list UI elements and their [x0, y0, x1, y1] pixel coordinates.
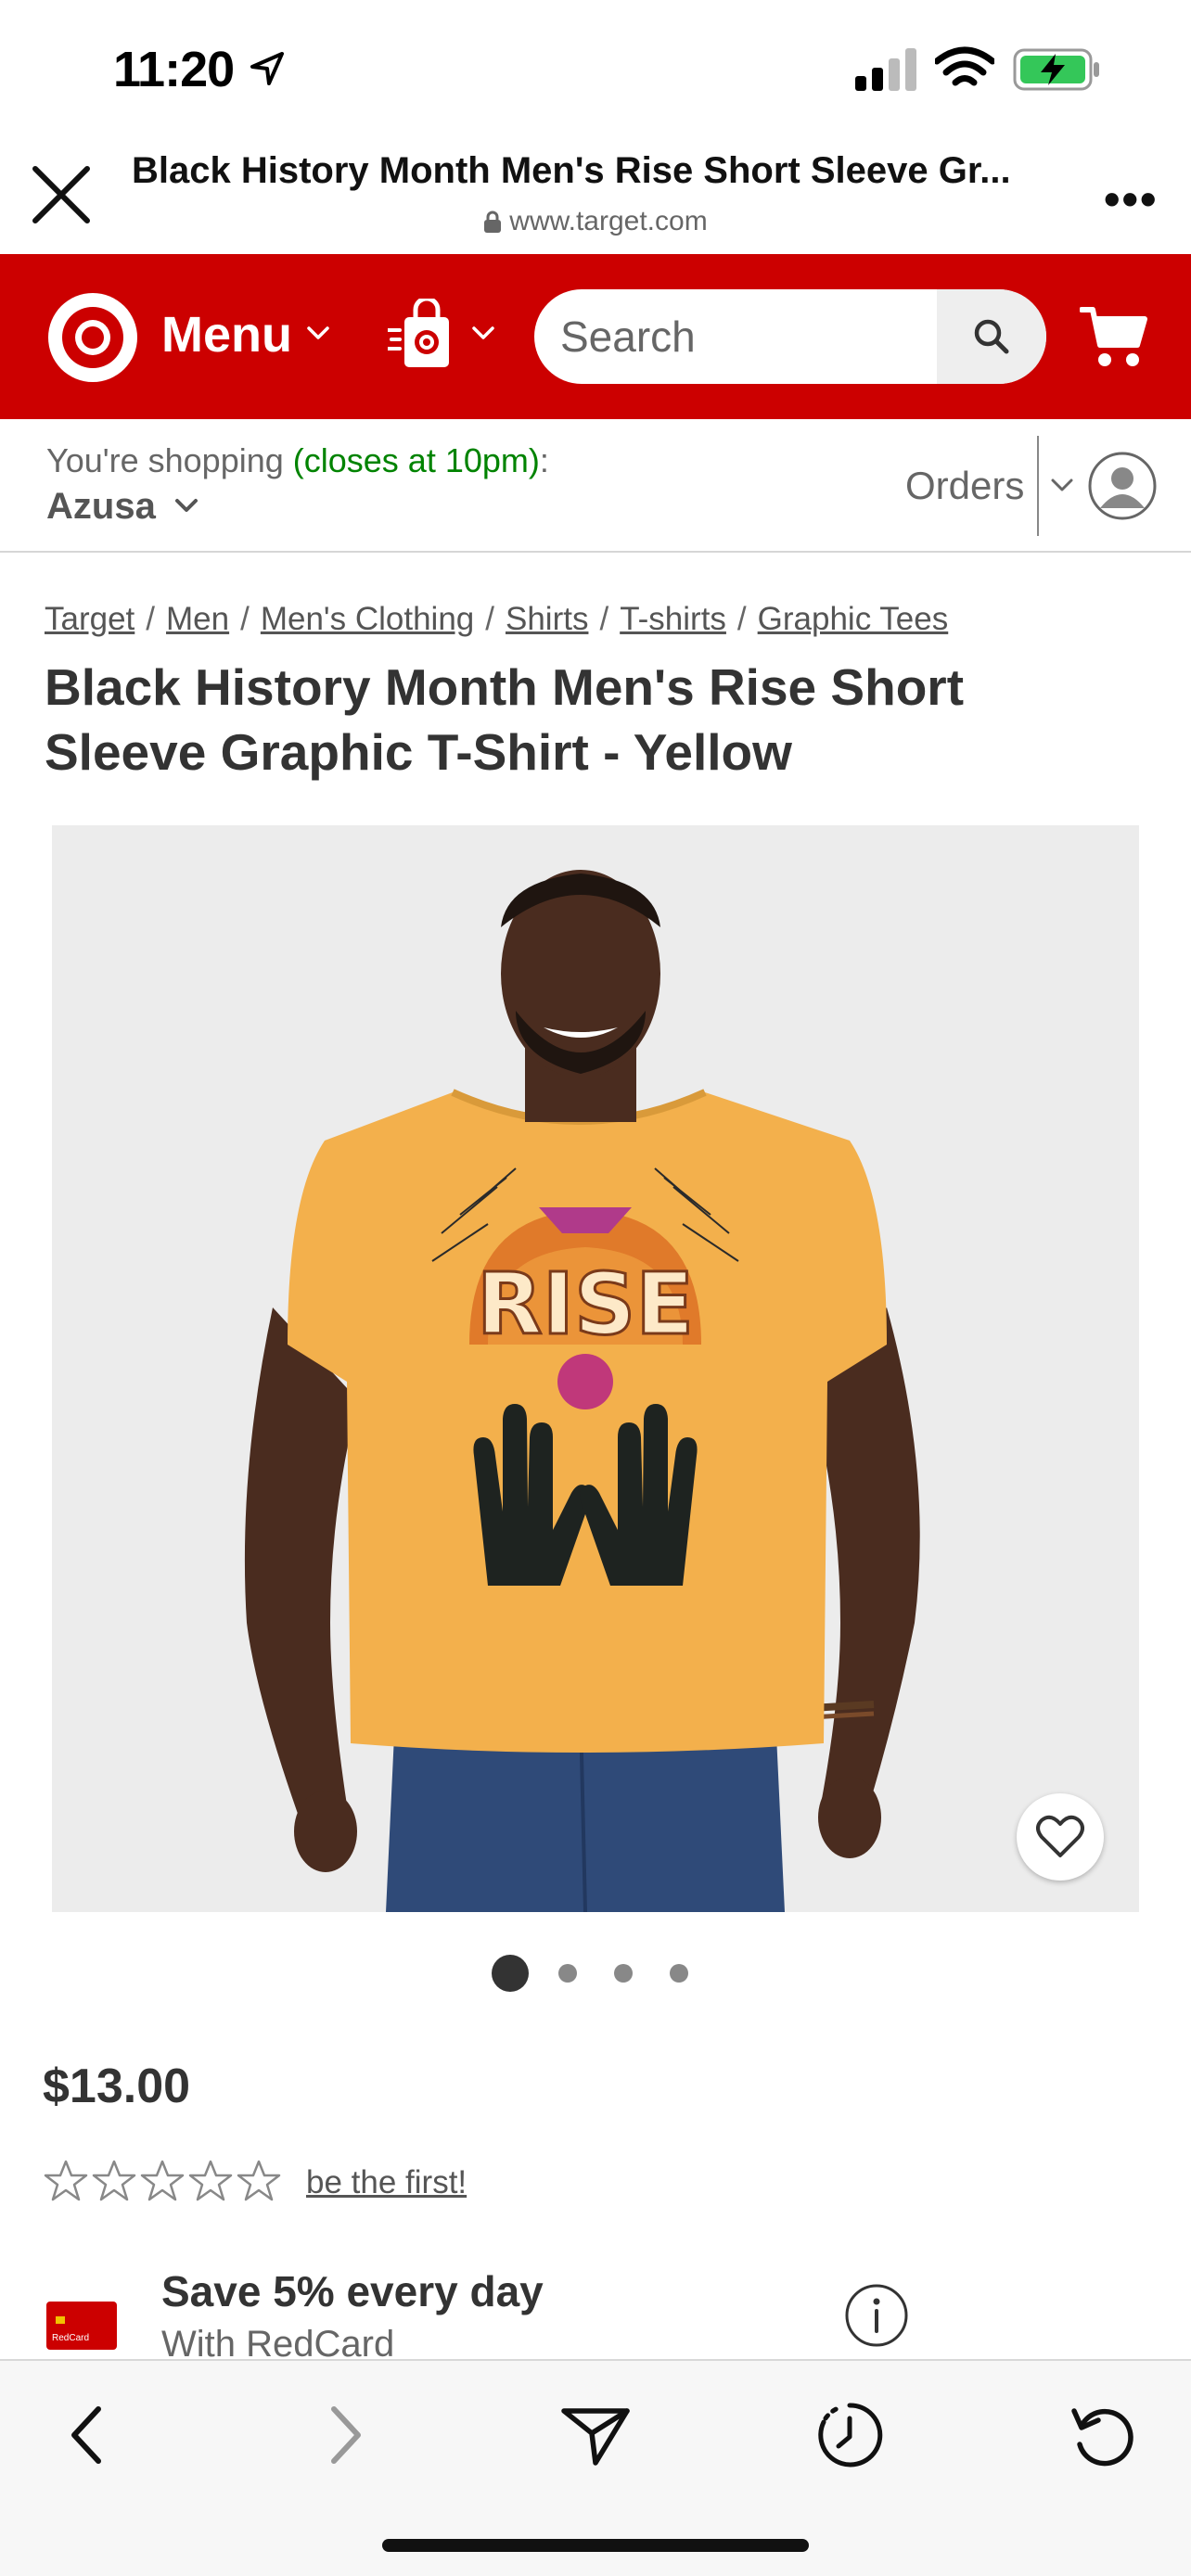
breadcrumb-link[interactable]: Graphic Tees: [758, 601, 949, 637]
history-icon[interactable]: [813, 2398, 887, 2472]
chevron-down-icon: [307, 326, 329, 339]
menu-button[interactable]: Menu: [161, 306, 292, 363]
status-bar: 11:20: [0, 0, 1191, 139]
search-box: [534, 289, 1046, 384]
redcard-subtitle: With RedCard: [161, 2324, 395, 2359]
breadcrumb-separator: /: [599, 601, 609, 637]
browser-page-title: Black History Month Men's Rise Short Sle…: [132, 150, 1011, 191]
shopping-suffix: :: [539, 441, 549, 479]
orders-link[interactable]: Orders: [905, 464, 1024, 508]
star-empty-icon: [237, 2160, 281, 2201]
cart-icon[interactable]: [1080, 304, 1148, 369]
redcard-title: Save 5% every day: [161, 2267, 544, 2315]
product-price: $13.00: [43, 2060, 191, 2113]
back-arrow-icon[interactable]: [52, 2398, 126, 2472]
product-title: Black History Month Men's Rise Short Sle…: [45, 658, 965, 781]
card-chip: [56, 2316, 65, 2324]
rating-stars[interactable]: [43, 2159, 282, 2203]
reload-icon[interactable]: [1067, 2398, 1141, 2472]
chevron-down-icon[interactable]: [174, 497, 198, 514]
breadcrumb-separator: /: [485, 601, 494, 637]
info-icon[interactable]: [844, 2283, 909, 2348]
carousel-dot[interactable]: [670, 1964, 688, 1983]
carousel-dot[interactable]: [614, 1964, 633, 1983]
carousel-dot[interactable]: [558, 1964, 577, 1983]
image-carousel-dots: [492, 1955, 699, 1992]
search-button[interactable]: [937, 289, 1046, 384]
shopping-store-label: You're shopping (closes at 10pm):: [46, 441, 549, 480]
lock-icon: [484, 210, 502, 233]
star-empty-icon: [140, 2160, 185, 2201]
forward-arrow-icon[interactable]: [306, 2398, 380, 2472]
product-image[interactable]: RISE: [52, 825, 1139, 1912]
target-bullseye-logo[interactable]: [48, 293, 137, 382]
star-empty-icon: [92, 2160, 136, 2201]
breadcrumb-separator: /: [736, 601, 747, 637]
breadcrumb-link[interactable]: Men: [166, 601, 229, 637]
breadcrumb: Target / Men / Men's Clothing / Shirts / T-shirt…: [45, 601, 948, 638]
star-empty-icon: [188, 2160, 233, 2201]
battery-charging-icon: [1013, 48, 1099, 91]
cellular-signal-icon: [855, 48, 916, 91]
chevron-down-icon[interactable]: [471, 325, 495, 341]
status-time: 11:20: [113, 42, 235, 97]
redcard-image: RedCard: [46, 2302, 117, 2350]
url-display[interactable]: www.target.com: [0, 206, 1191, 237]
chevron-down-icon[interactable]: [1050, 477, 1074, 493]
store-selector[interactable]: Azusa: [46, 486, 156, 528]
heart-icon: [1036, 1815, 1084, 1857]
store-pickup-icon[interactable]: [388, 299, 453, 369]
account-icon[interactable]: [1087, 451, 1158, 521]
site-header: Menu: [0, 254, 1191, 419]
send-icon[interactable]: [558, 2398, 633, 2472]
carousel-dot-active[interactable]: [492, 1955, 529, 1992]
breadcrumb-separator: /: [146, 601, 156, 637]
more-icon[interactable]: •••: [1104, 172, 1159, 226]
redcard-promo[interactable]: RedCard Save 5% every day With RedCard: [0, 2257, 1191, 2359]
location-arrow-icon: [250, 52, 284, 85]
breadcrumb-separator: /: [240, 601, 250, 637]
home-indicator[interactable]: [382, 2539, 809, 2552]
store-closing-time: (closes at 10pm): [292, 441, 540, 479]
breadcrumb-link[interactable]: Shirts: [506, 601, 588, 637]
breadcrumb-link[interactable]: Men's Clothing: [261, 601, 474, 637]
model-photo: RISE: [244, 870, 920, 1912]
shopping-prefix: You're shopping: [46, 441, 293, 479]
search-input[interactable]: [560, 289, 931, 384]
star-empty-icon: [44, 2160, 88, 2201]
favorite-button[interactable]: [1017, 1793, 1104, 1881]
card-label: RedCard: [52, 2333, 90, 2343]
write-review-link[interactable]: be the first!: [306, 2164, 467, 2201]
breadcrumb-link[interactable]: T-shirts: [620, 601, 726, 637]
wifi-icon: [935, 46, 994, 86]
browser-title-bar: Black History Month Men's Rise Short Sle…: [0, 139, 1191, 254]
divider: [1037, 436, 1039, 536]
shirt-graphic-text: RISE: [477, 1255, 694, 1354]
shopping-location-bar: You're shopping (closes at 10pm): Azusa …: [0, 419, 1191, 553]
search-icon: [974, 319, 1009, 354]
url-text: www.target.com: [509, 206, 708, 236]
breadcrumb-link[interactable]: Target: [45, 601, 134, 637]
